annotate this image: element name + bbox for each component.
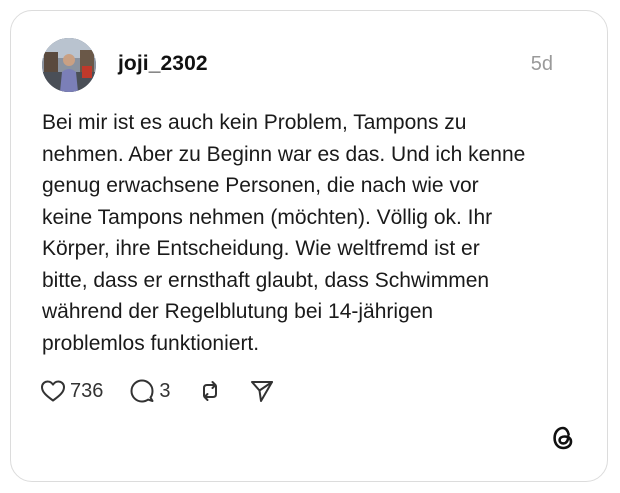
like-button[interactable]: 736 [40,379,103,403]
send-icon [249,378,275,404]
timestamp: 5d [530,53,553,75]
share-button[interactable] [249,378,275,404]
username[interactable]: joji_2302 [118,52,208,76]
like-count: 736 [70,379,104,402]
reply-button[interactable]: 3 [129,378,171,404]
threads-logo-icon [550,425,576,451]
avatar[interactable] [42,38,96,92]
action-bar: 736 3 [40,376,301,406]
speech-bubble-icon [129,378,155,404]
repost-button[interactable] [197,378,223,404]
post-card: joji_2302 5d Bei mir ist es auch kein Pr… [10,10,608,482]
reply-count: 3 [159,379,171,402]
repost-icon [197,378,223,404]
heart-icon [40,379,66,403]
post-text: Bei mir ist es auch kein Problem, Tampon… [42,111,526,355]
